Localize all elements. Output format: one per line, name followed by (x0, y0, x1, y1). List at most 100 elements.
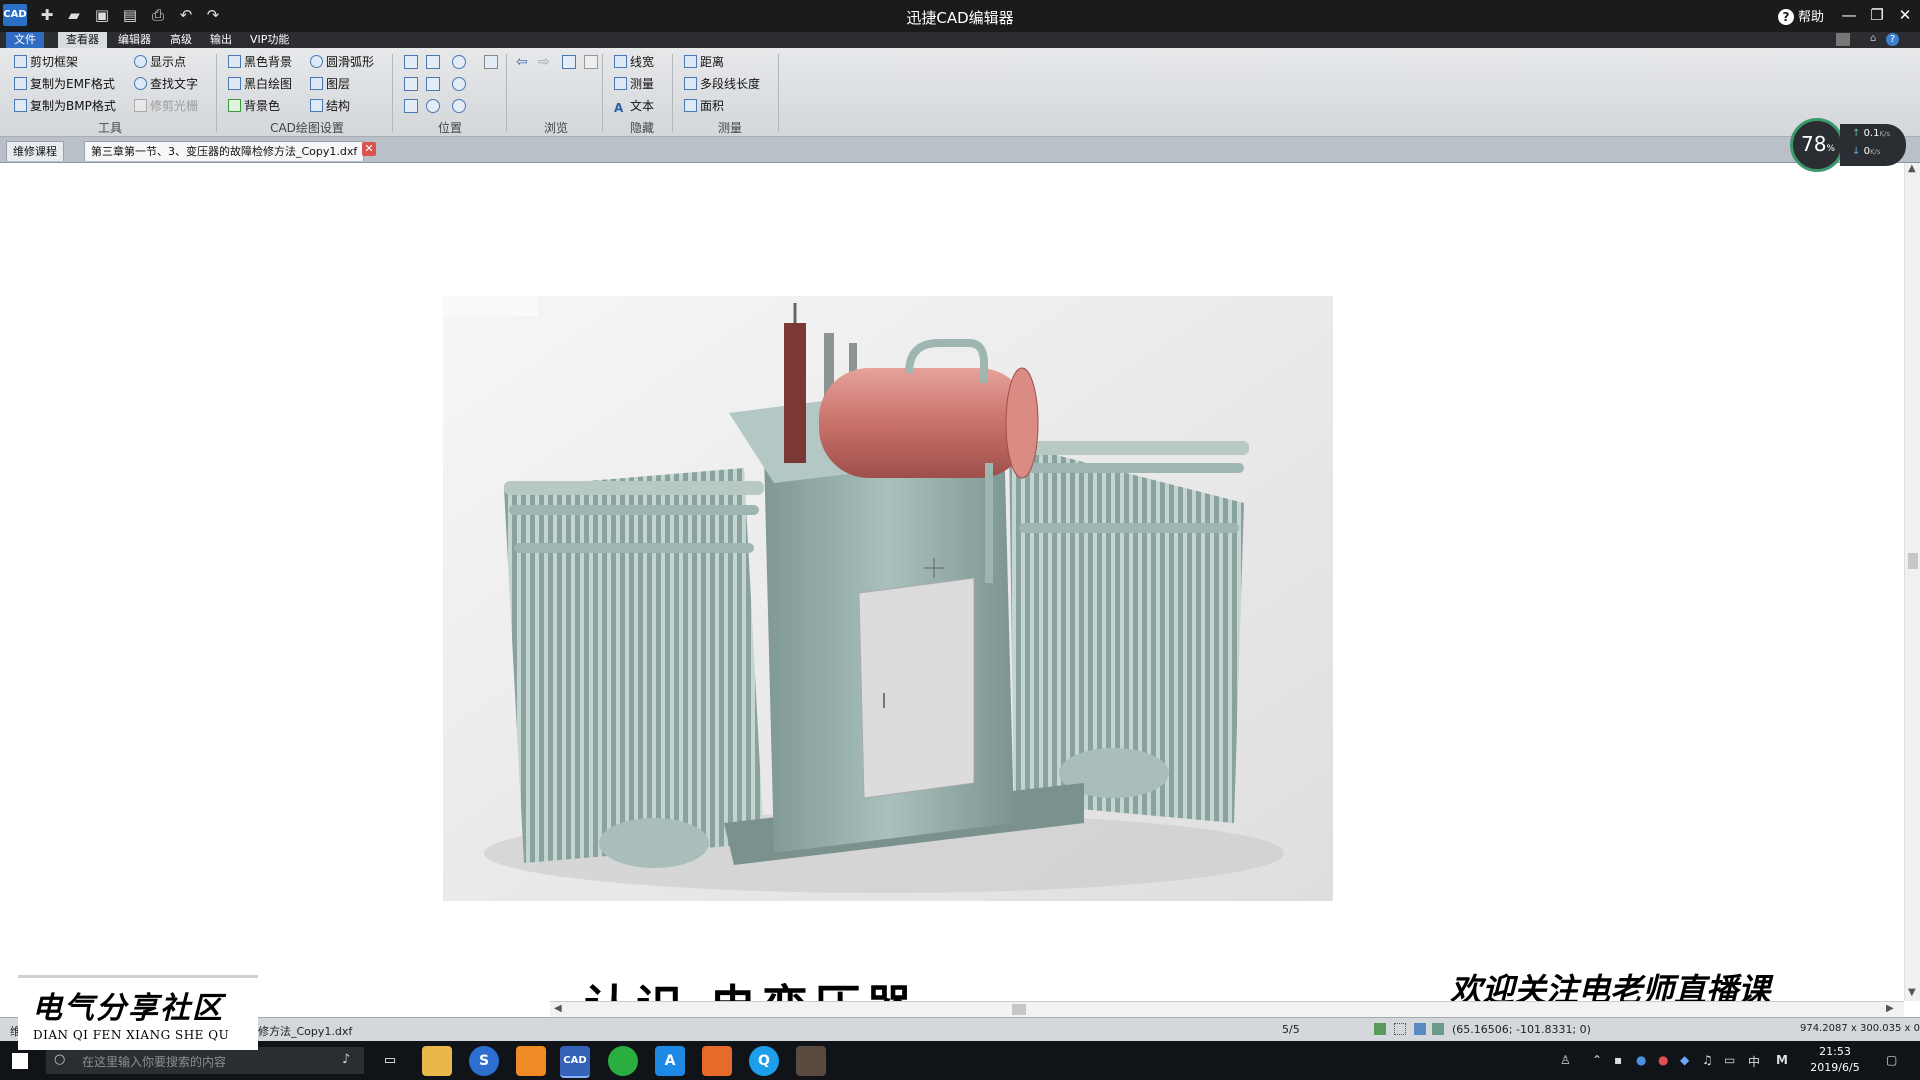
app-a-icon[interactable]: A (655, 1046, 685, 1076)
forward-arrow-icon[interactable]: ⇨ (538, 55, 552, 69)
grid-icon[interactable] (1394, 1023, 1406, 1035)
help-button[interactable]: ? 帮助 (1778, 6, 1824, 25)
scroll-down-arrow-icon[interactable]: ▼ (1908, 987, 1916, 998)
tray-camera-icon[interactable]: ▪ (1614, 1053, 1622, 1067)
group-label-measure: 测量 (717, 121, 742, 135)
tab-vip[interactable]: VIP功能 (242, 32, 297, 48)
vertical-scrollbar[interactable]: ▲ ▼ (1904, 163, 1920, 1001)
minimize-button[interactable]: — (1836, 4, 1862, 26)
status-page: 5/5 (1282, 1023, 1300, 1036)
up-arrow-icon[interactable]: ⌂ (1870, 33, 1876, 44)
pan-hand-icon[interactable] (484, 55, 498, 69)
polar-icon[interactable] (1432, 1023, 1444, 1035)
app-avatar-icon[interactable] (796, 1046, 826, 1076)
copy-bmp-button[interactable]: 复制为BMP格式 (14, 97, 116, 115)
tab-viewer[interactable]: 查看器 (58, 32, 107, 48)
title-bar: CAD ✚ ▰ ▣ ▤ ⎙ ↶ ↷ 迅捷CAD编辑器 ? 帮助 — ❐ ✕ (0, 0, 1920, 32)
tab-editor[interactable]: 编辑器 (110, 32, 159, 48)
zoom-extents-icon[interactable] (426, 55, 440, 69)
scroll-left-arrow-icon[interactable]: ◀ (554, 1003, 562, 1014)
black-background-button[interactable]: 黑色背景 (228, 53, 292, 71)
copy-emf-button[interactable]: 复制为EMF格式 (14, 75, 115, 93)
background-color-button[interactable]: 背景色 (228, 97, 280, 115)
black-white-drawing-button[interactable]: 黑白绘图 (228, 75, 292, 93)
trim-raster-button[interactable]: 修剪光栅 (134, 97, 198, 115)
browser-icon[interactable]: S (469, 1046, 499, 1076)
area-button[interactable]: 面积 (684, 97, 724, 115)
zoom-out-icon[interactable] (452, 77, 466, 91)
tray-expand-icon[interactable]: ⌃ (1592, 1053, 1602, 1067)
search-box[interactable]: ○ 在这里输入你要搜索的内容 ♪ (46, 1047, 364, 1074)
app-red-icon[interactable] (702, 1046, 732, 1076)
smooth-arc-button[interactable]: 圆滑弧形 (310, 53, 374, 71)
ime-indicator[interactable]: 中 (1748, 1053, 1760, 1070)
settings-icon[interactable] (1836, 33, 1850, 46)
doc-tab-current-file[interactable]: 第三章第一节、3、变压器的故障检修方法_Copy1.dxf (84, 141, 365, 161)
zoom-all-icon[interactable] (426, 77, 440, 91)
text-toggle-button[interactable]: A 文本 (614, 97, 654, 115)
zoom-previous-icon[interactable] (452, 99, 466, 113)
tab-file[interactable]: 文件 (6, 32, 44, 48)
scroll-right-arrow-icon[interactable]: ▶ (1886, 1003, 1894, 1014)
scroll-up-arrow-icon[interactable]: ▲ (1908, 163, 1916, 174)
tray-app-icon[interactable]: ● (1636, 1053, 1646, 1067)
rotate-icon[interactable] (404, 99, 418, 113)
zoom-window-icon[interactable] (404, 55, 418, 69)
menu-bar: 文件 查看器 编辑器 高级 输出 VIP功能 ⌂ ? (0, 32, 1920, 48)
line-width-button[interactable]: 线宽 (614, 53, 654, 71)
restore-button[interactable]: ❐ (1864, 4, 1890, 26)
wechat-icon[interactable] (608, 1046, 638, 1076)
network-icon[interactable]: ▭ (1724, 1053, 1735, 1067)
refresh-view-icon[interactable] (562, 55, 576, 69)
snap-icon[interactable] (1374, 1023, 1386, 1035)
people-icon[interactable]: ♙ (1560, 1053, 1571, 1067)
clock-time: 21:53 (1819, 1045, 1851, 1058)
close-button[interactable]: ✕ (1892, 4, 1918, 26)
doc-tab-course[interactable]: 维修课程 (6, 141, 64, 161)
drawing-canvas[interactable]: 认识 电变压器 欢迎关注电老师直播课 (4, 163, 1904, 1009)
tab-output[interactable]: 输出 (202, 32, 240, 48)
app-q-icon[interactable]: Q (749, 1046, 779, 1076)
tab-advanced[interactable]: 高级 (162, 32, 200, 48)
network-speed-widget[interactable]: 78% ↑ 0.1K/s ↓ 0K/s (1790, 118, 1908, 174)
tray-alert-icon[interactable]: ● (1658, 1053, 1668, 1067)
measure-toggle-button[interactable]: 测量 (614, 75, 654, 93)
zoom-in-icon[interactable] (452, 55, 466, 69)
info-icon[interactable]: ? (1886, 33, 1899, 46)
structure-button[interactable]: 结构 (310, 97, 350, 115)
polyline-length-button[interactable]: 多段线长度 (684, 75, 760, 93)
show-points-button[interactable]: 显示点 (134, 53, 186, 71)
tray-shield-icon[interactable]: ◆ (1680, 1053, 1689, 1067)
zoom-real-icon[interactable] (426, 99, 440, 113)
back-arrow-icon[interactable]: ⇦ (516, 55, 530, 69)
status-filename: 修方法_Copy1.dxf (258, 1025, 353, 1038)
help-label: 帮助 (1798, 10, 1825, 25)
language-indicator[interactable]: M (1776, 1053, 1788, 1067)
clock-date: 2019/6/5 (1810, 1061, 1860, 1074)
black-white-icon (228, 77, 241, 90)
find-text-button[interactable]: 查找文字 (134, 75, 198, 93)
microphone-icon[interactable]: ♪ (342, 1052, 350, 1067)
distance-button[interactable]: 距离 (684, 53, 724, 71)
app-orange-icon[interactable] (516, 1046, 546, 1076)
hscroll-thumb[interactable] (1012, 1004, 1026, 1015)
cad-taskbar-icon[interactable]: CAD (560, 1046, 590, 1078)
page-view-icon[interactable] (584, 55, 598, 69)
close-tab-icon[interactable]: ✕ (362, 142, 376, 156)
group-label-cad-settings: CAD绘图设置 (270, 121, 344, 135)
taskbar-clock[interactable]: 21:53 2019/6/5 (1804, 1044, 1866, 1076)
windows-start-icon[interactable] (12, 1053, 28, 1069)
watermark-subtitle: DIAN QI FEN XIANG SHE QU (33, 1028, 230, 1042)
scroll-thumb[interactable] (1908, 553, 1918, 569)
ortho-icon[interactable] (1414, 1023, 1426, 1035)
file-explorer-icon[interactable] (422, 1046, 452, 1076)
cut-frame-button[interactable]: 剪切框架 (14, 53, 78, 71)
horizontal-scrollbar[interactable]: ◀ ▶ (550, 1001, 1904, 1018)
volume-icon[interactable]: ♫ (1702, 1053, 1713, 1067)
task-view-icon[interactable]: ▭ (375, 1046, 405, 1076)
notification-icon[interactable]: ▢ (1886, 1053, 1897, 1067)
layers-button[interactable]: 图层 (310, 75, 350, 93)
cpu-percent: 78 (1800, 132, 1827, 156)
zoom-fit-icon[interactable] (404, 77, 418, 91)
copy-bmp-icon (14, 99, 27, 112)
